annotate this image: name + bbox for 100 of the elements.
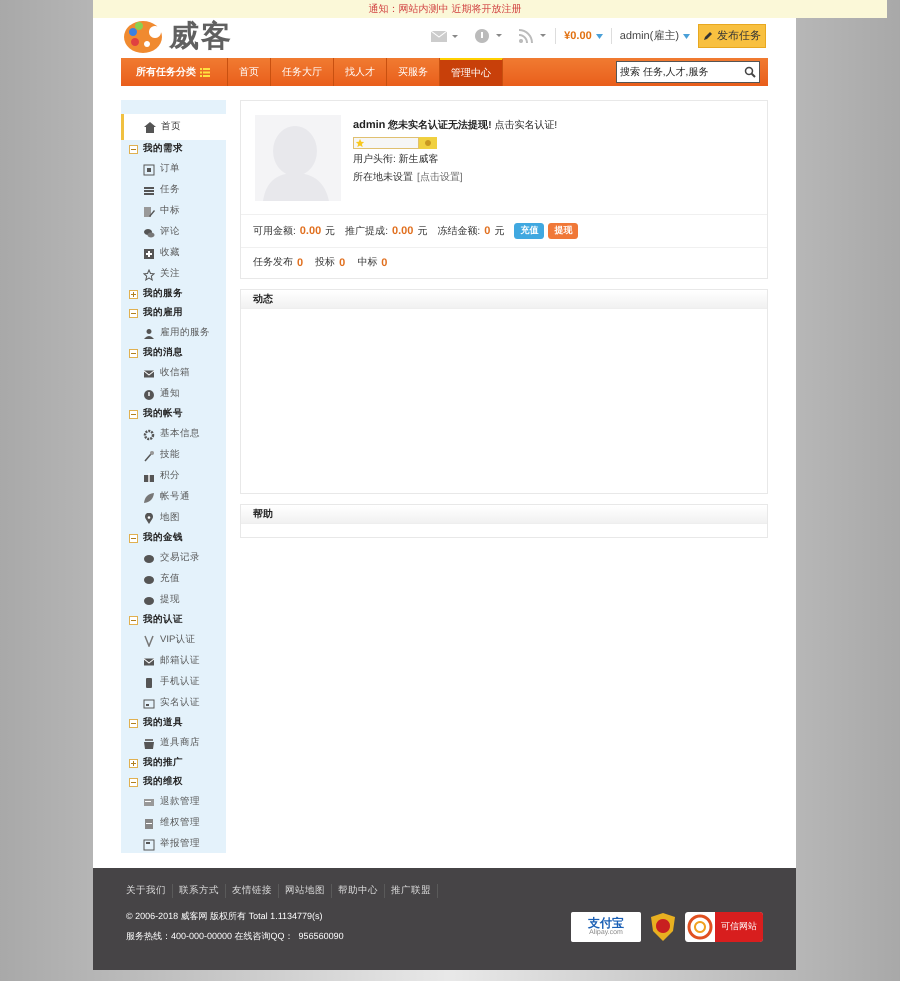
level-badge-icon [419, 136, 437, 148]
sidebar-section-title[interactable]: 我的需求 [143, 142, 183, 157]
sidebar-item[interactable]: 举报管理 [160, 837, 200, 852]
alert-dropdown-icon[interactable] [475, 29, 504, 43]
document-icon [143, 164, 155, 176]
collapse-icon[interactable] [129, 616, 138, 625]
sidebar-item[interactable]: 中标 [160, 204, 180, 219]
sidebar-item[interactable]: 收信箱 [160, 366, 190, 381]
copyright-text: © 2006-2018 威客网 版权所有 Total 1.1134779(s) [126, 910, 324, 924]
footer-link[interactable]: 友情链接 [226, 884, 279, 898]
sidebar-item[interactable]: 积分 [160, 469, 180, 484]
sidebar-item[interactable]: 雇用的服务 [160, 326, 210, 341]
sidebar-item[interactable]: 交易记录 [160, 551, 200, 566]
swirl-icon [685, 914, 715, 940]
list-icon [200, 68, 212, 76]
star-icon [143, 268, 155, 280]
sidebar-item[interactable]: 技能 [160, 448, 180, 463]
balance-item: 推广提成: 0.00 元 [345, 224, 428, 239]
sidebar-item[interactable]: 退款管理 [160, 795, 200, 810]
star-icon [355, 138, 365, 148]
pencil-icon [703, 31, 713, 41]
footer-link[interactable]: 关于我们 [126, 884, 173, 898]
sidebar-item[interactable]: VIP认证 [160, 633, 196, 648]
sidebar-item[interactable]: 地图 [160, 511, 180, 526]
caret-icon [683, 34, 690, 38]
palette-icon [123, 18, 165, 54]
expand-icon[interactable] [129, 759, 138, 768]
sidebar-item[interactable]: 充值 [160, 572, 180, 587]
footer-link[interactable]: 联系方式 [173, 884, 226, 898]
footer-link[interactable]: 帮助中心 [332, 884, 385, 898]
hotline-text: 服务热线：400-000-00000 在线咨询QQ： 956560090 [126, 930, 344, 943]
sidebar-section-title[interactable]: 我的帐号 [143, 407, 183, 422]
notice-text: 通知：网站内测中 近期将开放注册 [368, 2, 522, 16]
user-dropdown[interactable]: admin(雇主) [620, 28, 690, 44]
panel-title: 帮助 [253, 508, 273, 522]
mail-dropdown-icon[interactable] [431, 30, 460, 42]
user-title: 用户头衔: 新生威客 [353, 152, 440, 166]
edit-icon [143, 206, 155, 218]
sidebar-item[interactable]: 道具商店 [160, 736, 200, 751]
sidebar-item[interactable]: 任务 [160, 183, 180, 198]
alert-icon [143, 388, 155, 400]
sidebar-section-title[interactable]: 我的服务 [143, 287, 183, 302]
home-icon [144, 122, 156, 132]
id-card-icon [143, 698, 155, 710]
plus-icon [143, 248, 155, 260]
sidebar-item[interactable]: 帐号通 [160, 490, 190, 505]
collapse-icon[interactable] [129, 778, 138, 787]
footer-link[interactable]: 推广联盟 [385, 884, 438, 898]
stat-item: 投标 0 [315, 256, 346, 271]
sidebar-item[interactable]: 维权管理 [160, 816, 200, 831]
comment-icon [143, 226, 155, 238]
trusted-site-badge: 可信网站 [685, 912, 763, 942]
sidebar-item[interactable]: 实名认证 [160, 696, 200, 711]
sidebar-section-title[interactable]: 我的认证 [143, 613, 183, 628]
sidebar-item[interactable]: 基本信息 [160, 427, 200, 442]
rss-dropdown-icon[interactable] [519, 29, 548, 43]
document-icon [143, 838, 155, 850]
sidebar-item[interactable]: 通知 [160, 387, 180, 402]
publish-task-button[interactable]: 发布任务 [698, 24, 766, 48]
sidebar-item[interactable]: 收藏 [160, 246, 180, 261]
user-icon [143, 328, 155, 340]
sidebar-item[interactable]: 评论 [160, 225, 180, 240]
sidebar-section-title[interactable]: 我的维权 [143, 775, 183, 790]
sidebar-section-title[interactable]: 我的道具 [143, 716, 183, 731]
stat-item: 任务发布 0 [253, 256, 304, 271]
sidebar-section-title[interactable]: 我的消息 [143, 346, 183, 361]
list-icon [143, 184, 155, 196]
collapse-icon[interactable] [129, 309, 138, 318]
collapse-icon[interactable] [129, 410, 138, 419]
verify-link[interactable]: 点击实名认证! [494, 120, 558, 131]
search-field[interactable]: 搜索 任务,人才,服务 [616, 61, 760, 83]
sidebar-item[interactable]: 手机认证 [160, 675, 200, 690]
envelope-icon [143, 656, 155, 668]
sidebar-home-item[interactable]: 首页 [121, 114, 226, 140]
location-text: 所在地未设置 [353, 170, 413, 184]
set-location-link[interactable]: [点击设置] [417, 170, 463, 184]
leaf-icon [143, 492, 155, 504]
sidebar-section-title[interactable]: 我的雇用 [143, 306, 183, 321]
expand-icon[interactable] [129, 290, 138, 299]
collapse-icon[interactable] [129, 349, 138, 358]
collapse-icon[interactable] [129, 145, 138, 154]
sidebar-item[interactable]: 订单 [160, 162, 180, 177]
stat-item: 中标 0 [357, 256, 388, 271]
sidebar-item[interactable]: 提现 [160, 593, 180, 608]
collapse-icon[interactable] [129, 719, 138, 728]
wrench-icon [143, 450, 155, 462]
panel-title: 动态 [253, 292, 273, 306]
footer-link[interactable]: 网站地图 [279, 884, 332, 898]
nav-tab[interactable]: 管理中心 [440, 58, 503, 86]
search-icon [744, 66, 756, 78]
verification-warning: admin 您未实名认证无法提现! 点击实名认证! [353, 118, 558, 133]
collapse-icon[interactable] [129, 534, 138, 543]
sidebar-item[interactable]: 邮箱认证 [160, 654, 200, 669]
shield-badge-icon [651, 912, 675, 941]
sidebar-section-title[interactable]: 我的金钱 [143, 531, 183, 546]
sidebar-item[interactable]: 关注 [160, 267, 180, 282]
envelope-icon [143, 368, 155, 380]
sidebar-section-title[interactable]: 我的推广 [143, 756, 183, 771]
balance-item: 冻结金额: 0 元 [437, 224, 504, 239]
caret-icon [596, 34, 603, 38]
